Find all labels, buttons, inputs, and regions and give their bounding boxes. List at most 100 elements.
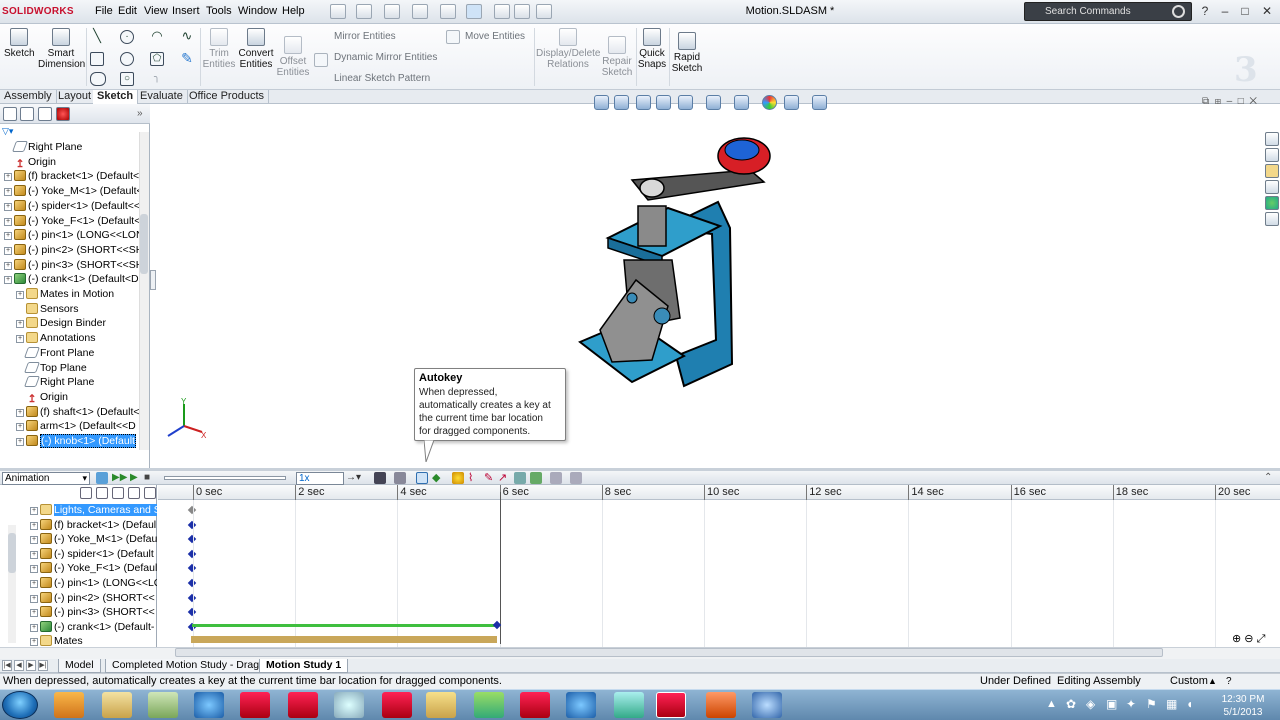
feature-tree-item[interactable]: Right Plane <box>0 140 145 155</box>
feature-tree-item[interactable]: Sensors <box>0 302 145 317</box>
zoom-out-icon[interactable]: ⊖ <box>1244 633 1253 645</box>
expand-icon[interactable]: + <box>30 507 38 515</box>
motion-tree-item[interactable]: + Lights, Cameras and Sc <box>30 503 157 517</box>
tab-layout[interactable]: Layout <box>54 90 97 104</box>
file-properties-icon[interactable] <box>514 4 530 19</box>
calculate-icon[interactable] <box>96 472 108 484</box>
zoom-timeline-icon[interactable] <box>144 487 156 499</box>
feature-tree-item[interactable]: Front Plane <box>0 346 145 361</box>
menu-file[interactable]: File <box>95 5 113 17</box>
motion-tree-item[interactable]: + (-) Yoke_F<1> (Defaul <box>30 561 157 575</box>
rebuild-icon[interactable] <box>494 4 510 19</box>
feature-tree-item[interactable]: + (-) spider<1> (Default<< <box>0 199 145 214</box>
viewport-close-icon[interactable]: ✕ <box>1249 96 1257 107</box>
mirror-icon[interactable] <box>314 53 328 67</box>
property-manager-tab-icon[interactable] <box>20 107 34 121</box>
rapid-sketch-button[interactable]: Rapid Sketch <box>670 32 704 74</box>
feature-tree-scroll-thumb[interactable] <box>140 214 148 274</box>
feature-tree-item[interactable]: ↥ Origin <box>0 390 145 405</box>
study-type-select[interactable]: Animation <box>2 472 90 485</box>
menu-view[interactable]: View <box>144 5 168 17</box>
status-units[interactable]: Custom <box>1170 674 1208 689</box>
ie-second-icon[interactable] <box>566 692 596 718</box>
circle-icon[interactable]: · <box>120 30 134 44</box>
timeline-header[interactable]: 0 sec 2 sec 4 sec 6 sec 8 sec 10 sec 12 sec 14 … <box>158 485 1280 500</box>
prev-tab-arrow[interactable]: ◀ <box>14 660 24 671</box>
expand-icon[interactable]: + <box>4 261 12 270</box>
gravity-icon[interactable] <box>530 472 542 484</box>
tray-app-icon[interactable]: ⚑ <box>1146 697 1157 711</box>
display-manager-tab-icon[interactable] <box>56 107 70 121</box>
menu-help[interactable]: Help <box>282 5 305 17</box>
new-icon[interactable] <box>330 4 346 19</box>
expand-icon[interactable]: + <box>4 202 12 211</box>
print-icon[interactable] <box>412 4 428 19</box>
open-icon[interactable] <box>356 4 372 19</box>
menu-window[interactable]: Window <box>238 5 277 17</box>
tray-expand-icon[interactable]: ▲ <box>1046 698 1057 710</box>
tab-evaluate[interactable]: Evaluate <box>136 90 188 104</box>
spring-icon[interactable]: ⌇ <box>468 472 480 484</box>
motion-tree-item[interactable]: + (f) bracket<1> (Defaul <box>30 518 157 532</box>
appearance-icon[interactable] <box>762 95 777 110</box>
powerpoint-icon[interactable] <box>706 692 736 718</box>
arc-icon[interactable]: ◠ <box>150 29 164 44</box>
restore-button[interactable]: □ <box>1236 3 1254 19</box>
search-input[interactable]: Search Commands <box>1045 6 1131 17</box>
expand-icon[interactable]: + <box>16 408 24 417</box>
filter-results-icon[interactable] <box>128 487 140 499</box>
ellipse-icon[interactable] <box>90 72 106 86</box>
move-icon[interactable] <box>446 30 460 44</box>
viewport-split-icon[interactable]: ⊞ <box>1215 96 1221 107</box>
quick-snaps-button[interactable]: Quick Snaps <box>637 28 667 70</box>
expand-icon[interactable]: + <box>16 335 24 344</box>
linear-sketch-pattern-button[interactable]: Linear Sketch Pattern <box>334 73 430 84</box>
feature-tree-item[interactable]: Top Plane <box>0 361 145 376</box>
file-explorer-icon[interactable] <box>1265 164 1279 178</box>
edrawings-icon[interactable] <box>382 692 412 718</box>
tab-completed-motion-study[interactable]: Completed Motion Study - Drag <box>105 659 267 673</box>
filter-driving-icon[interactable] <box>96 487 108 499</box>
repair-sketch-button[interactable]: Repair Sketch <box>600 36 634 78</box>
search-commands-box[interactable]: Search Commands <box>1024 2 1192 21</box>
zoom-fit-icon[interactable]: ⤢ <box>1257 633 1266 645</box>
add-key-icon[interactable]: ◆ <box>432 472 444 484</box>
collapse-motion-manager-icon[interactable]: ⌃ <box>1264 472 1276 484</box>
network-app-icon[interactable] <box>334 692 364 718</box>
charts-app-icon[interactable] <box>474 692 504 718</box>
view-settings-icon[interactable] <box>812 95 827 110</box>
expand-icon[interactable]: + <box>16 438 24 446</box>
tray-app-icon[interactable]: ◈ <box>1086 697 1095 711</box>
expand-icon[interactable]: + <box>4 246 12 255</box>
feature-tree-item[interactable]: + (-) pin<3> (SHORT<<SH <box>0 258 145 273</box>
options-icon[interactable] <box>536 4 552 19</box>
convert-entities-button[interactable]: Convert Entities <box>236 28 276 70</box>
previous-view-icon[interactable] <box>636 95 651 110</box>
crank-change-bar[interactable] <box>192 624 497 627</box>
autokey-button[interactable] <box>416 472 428 484</box>
tab-model[interactable]: Model <box>58 659 101 673</box>
motion-tree-item[interactable]: + (-) Yoke_M<1> (Defau <box>30 532 157 546</box>
sketch-button[interactable]: Sketch <box>4 28 35 59</box>
design-checker-icon[interactable] <box>614 692 644 718</box>
feature-tree-item[interactable]: ↥ Origin <box>0 155 145 170</box>
expand-icon[interactable]: + <box>16 320 24 329</box>
damper-icon[interactable]: ✎ <box>484 472 496 484</box>
solidworks-app-icon[interactable] <box>240 692 270 718</box>
filter-animated-icon[interactable] <box>80 487 92 499</box>
tray-app-icon[interactable]: ▣ <box>1106 697 1117 711</box>
units-dropdown-icon[interactable]: ▲ <box>1208 674 1217 689</box>
expand-icon[interactable]: + <box>30 550 38 559</box>
feature-tree-item[interactable]: + (-) knob<1> (Default <box>0 434 145 449</box>
view-orientation-icon[interactable] <box>678 95 693 110</box>
feature-tree-item[interactable]: + (-) crank<1> (Default<D <box>0 272 145 287</box>
expand-icon[interactable]: + <box>30 623 38 632</box>
playback-speed-slider[interactable] <box>164 476 286 480</box>
solidworks-logo[interactable]: SOLIDWORKS <box>2 3 86 21</box>
notepad-icon[interactable] <box>148 692 178 718</box>
save-animation-icon[interactable] <box>374 472 386 484</box>
close-button[interactable]: ✕ <box>1258 3 1276 19</box>
collapse-panel-icon[interactable]: » <box>137 108 143 119</box>
configuration-tab-icon[interactable] <box>38 107 52 121</box>
feature-tree-item[interactable]: + (-) pin<1> (LONG<<LON <box>0 228 145 243</box>
